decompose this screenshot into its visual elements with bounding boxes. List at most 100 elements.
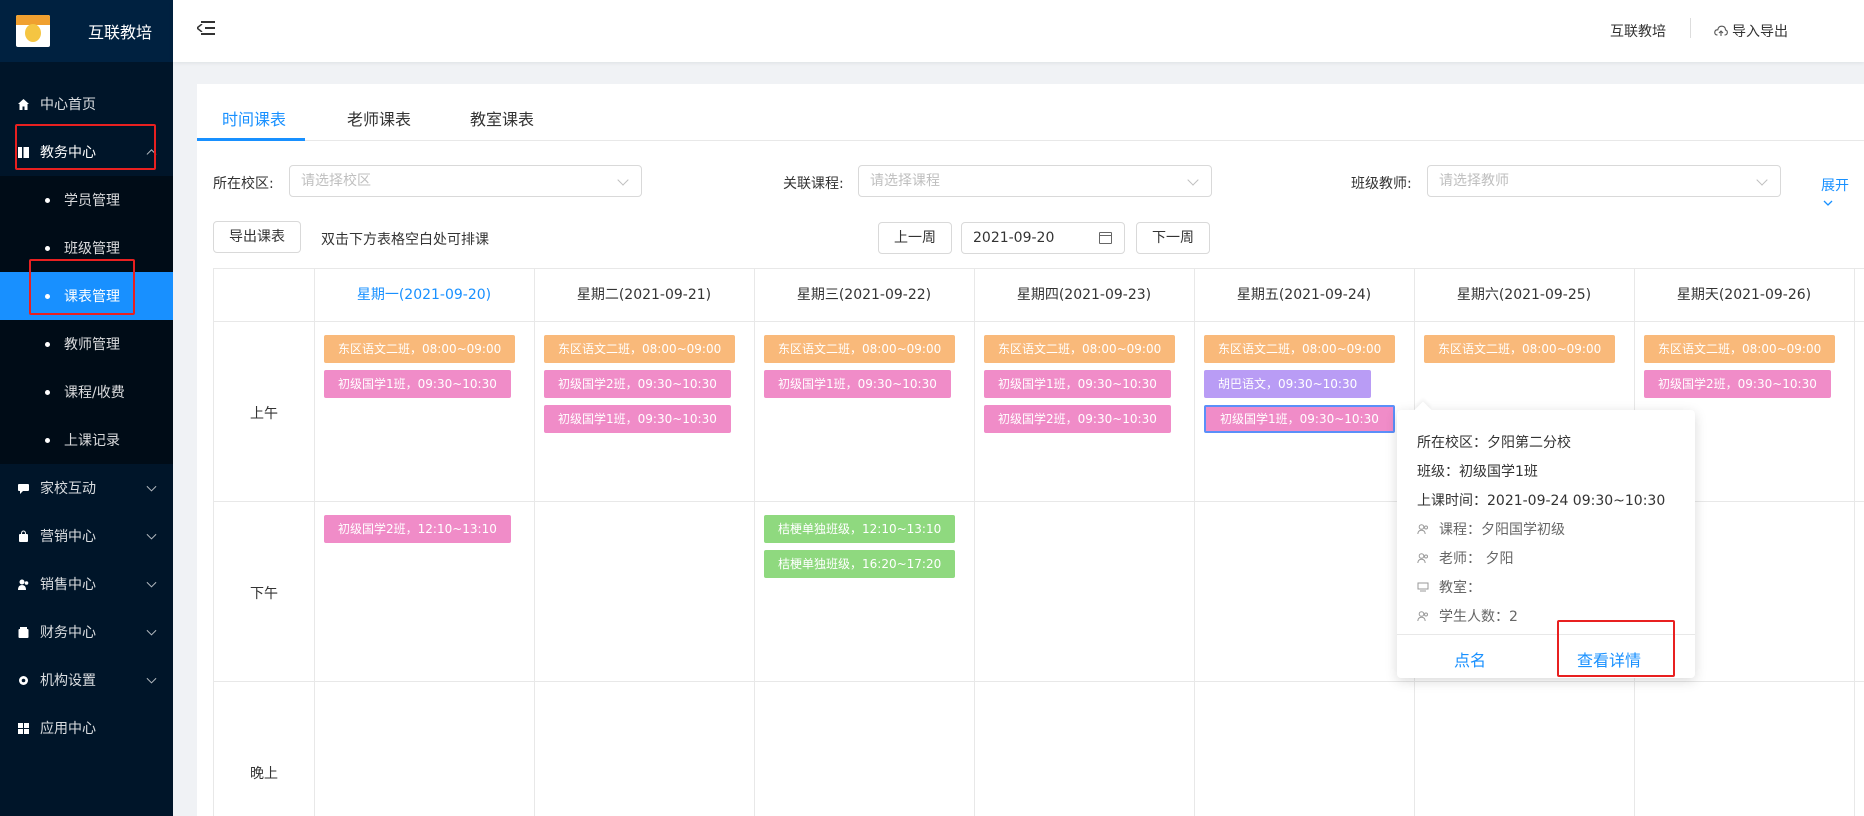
book-icon [16,145,30,159]
grid-line [754,269,755,816]
course-select[interactable]: 请选择课程 [858,165,1212,197]
room-icon [1417,581,1429,593]
expand-toggle[interactable]: 展开 [1821,175,1864,211]
chevron-down-icon [146,577,157,588]
popover-teacher: 老师： 夕阳 [1417,548,1513,568]
submenu-academic: 学员管理 班级管理 课表管理 教师管理 课程/收费 上课记录 [0,176,173,464]
tab-ink-bar [197,138,305,141]
chat-icon [16,481,30,495]
popover-time: 上课时间：2021-09-24 09:30~10:30 [1417,493,1666,509]
dot-icon [45,389,50,395]
org-name-label: 互联教培 [1610,24,1666,40]
next-week-button[interactable]: 下一周 [1136,222,1210,254]
sidebar-item-label: 上课记录 [64,433,120,449]
lesson-block[interactable]: 胡巴语文，09:30~10:30 [1204,370,1372,398]
lesson-block[interactable]: 东区语文二班，08:00~09:00 [984,335,1176,363]
grid-line [534,269,535,816]
sidebar-item-teachers[interactable]: 教师管理 [0,320,173,368]
chevron-down-icon [146,625,157,636]
tab-room-schedule[interactable]: 教室课表 [470,106,534,130]
sidebar-item-finance[interactable]: 财务中心 [0,608,173,656]
wallet-icon [16,625,30,639]
logo-icon [16,15,50,47]
campus-select[interactable]: 请选择校区 [289,165,642,197]
app-name: 互联教培 [88,23,153,42]
lesson-block[interactable]: 初级国学1班，09:30~10:30 [984,370,1171,398]
sidebar-item-apps[interactable]: 应用中心 [0,704,173,752]
day-header: 星期三(2021-09-22) [796,287,932,303]
lesson-block[interactable]: 初级国学2班，09:30~10:30 [1644,370,1831,398]
grid-line [214,681,1864,682]
menu-fold-icon[interactable] [197,20,215,36]
sidebar-item-label: 财务中心 [40,625,96,641]
dot-icon [45,197,50,203]
home-icon [16,97,30,111]
lesson-block[interactable]: 桔梗单独班级，12:10~13:10 [764,515,956,543]
sidebar-item-records[interactable]: 上课记录 [0,416,173,464]
sidebar-item-classes[interactable]: 班级管理 [0,224,173,272]
lesson-block[interactable]: 东区语文二班，08:00~09:00 [544,335,736,363]
period-label: 下午 [250,586,278,602]
chevron-down-icon [146,529,157,540]
chevron-down-icon [1823,200,1833,206]
popover-room: 教室： [1417,577,1481,597]
users-icon [16,577,30,591]
bag-icon [16,529,30,543]
gear-icon [16,673,30,687]
tab-bar: 时间课表 老师课表 教室课表 [197,84,1864,141]
top-header: 互联教培 导入导出 [173,0,1864,62]
sidebar-item-settings[interactable]: 机构设置 [0,656,173,704]
sidebar-item-label: 教师管理 [64,337,120,353]
sidebar-item-marketing[interactable]: 营销中心 [0,512,173,560]
lesson-block[interactable]: 东区语文二班，08:00~09:00 [324,335,516,363]
sidebar-item-label: 家校互动 [40,481,96,497]
sidebar-item-academic[interactable]: 教务中心 [0,128,173,176]
sidebar-item-schedule[interactable]: 课表管理 [0,272,173,320]
sidebar-item-home[interactable]: 中心首页 [0,80,173,128]
lesson-block[interactable]: 初级国学2班，09:30~10:30 [984,405,1171,433]
day-header: 星期天(2021-09-26) [1676,287,1812,303]
org-name[interactable]: 互联教培 [1610,0,1666,62]
sidebar-item-home-school[interactable]: 家校互动 [0,464,173,512]
grid-line [314,269,315,816]
roll-call-button[interactable]: 点名 [1454,647,1486,671]
sidebar-item-courses[interactable]: 课程/收费 [0,368,173,416]
lesson-block[interactable]: 初级国学1班，09:30~10:30 [324,370,511,398]
teacher-label: 班级教师: [1351,176,1412,192]
lesson-block[interactable]: 初级国学1班，09:30~10:30 [764,370,951,398]
lesson-block[interactable]: 初级国学1班，09:30~10:30 [544,405,731,433]
grid-line [1194,269,1195,816]
grid-line [214,321,1864,322]
lesson-popover: 所在校区：夕阳第二分校 班级：初级国学1班 上课时间：2021-09-24 09… [1397,410,1695,678]
export-schedule-button[interactable]: 导出课表 [213,221,301,253]
day-header: 星期一(2021-09-20) [356,287,492,303]
sidebar-item-label: 中心首页 [40,97,96,113]
lesson-block[interactable]: 初级国学2班，09:30~10:30 [544,370,731,398]
sidebar-item-label: 应用中心 [40,721,96,737]
day-header: 星期二(2021-09-21) [576,287,712,303]
expand-label: 展开 [1821,178,1849,194]
lesson-block[interactable]: 东区语文二班，08:00~09:00 [1644,335,1836,363]
period-label: 晚上 [250,766,278,782]
sidebar-item-label: 班级管理 [64,241,120,257]
teacher-select[interactable]: 请选择教师 [1427,165,1781,197]
import-export-button[interactable]: 导入导出 [1714,0,1788,62]
sidebar-item-label: 销售中心 [40,577,96,593]
lesson-block[interactable]: 初级国学2班，12:10~13:10 [324,515,511,543]
tab-time-schedule[interactable]: 时间课表 [222,106,286,130]
lesson-block[interactable]: 东区语文二班，08:00~09:00 [764,335,956,363]
lesson-block[interactable]: 东区语文二班，08:00~09:00 [1424,335,1616,363]
sidebar-item-students[interactable]: 学员管理 [0,176,173,224]
chevron-down-icon [1756,174,1768,186]
tab-teacher-schedule[interactable]: 老师课表 [347,106,411,130]
day-header: 星期四(2021-09-23) [1016,287,1152,303]
lesson-block[interactable]: 初级国学1班，09:30~10:30 [1204,405,1395,433]
view-detail-button[interactable]: 查看详情 [1577,647,1641,671]
lesson-block[interactable]: 桔梗单独班级，16:20~17:20 [764,550,956,578]
prev-week-button[interactable]: 上一周 [878,222,952,254]
sidebar-item-sales[interactable]: 销售中心 [0,560,173,608]
students-icon [1417,610,1429,622]
chevron-down-icon [146,673,157,684]
lesson-block[interactable]: 东区语文二班，08:00~09:00 [1204,335,1396,363]
week-date-picker[interactable]: 2021-09-20 [961,222,1125,254]
